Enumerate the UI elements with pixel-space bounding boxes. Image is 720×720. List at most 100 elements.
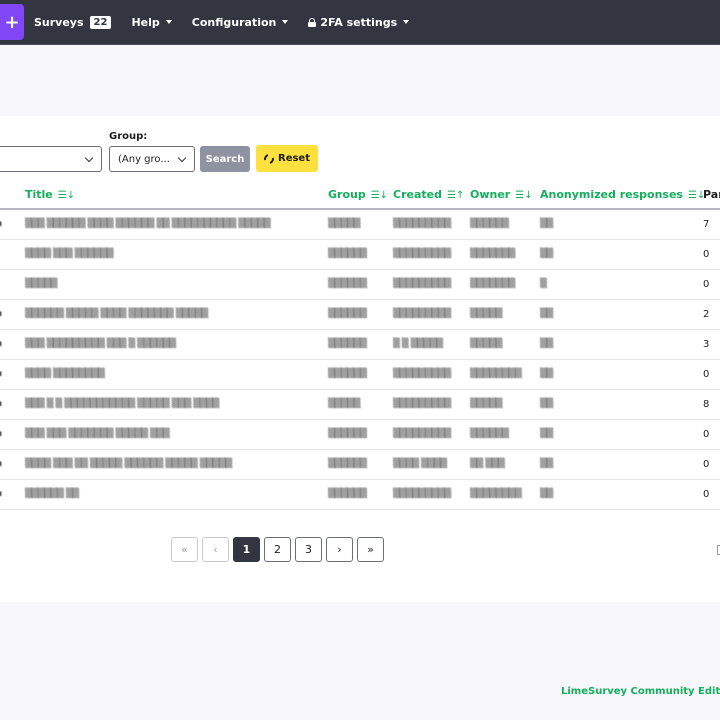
table-row[interactable]: ▪▒▒▒▒ ▒▒▒ ▒▒ ▒▒▒▒▒ ▒▒▒▒▒▒ ▒▒▒▒▒ ▒▒▒▒▒▒▒▒… <box>0 450 720 480</box>
cell-title[interactable]: ▒▒▒▒ ▒▒▒▒▒▒▒▒ <box>25 369 105 379</box>
row-action-icon[interactable]: ▪ <box>0 309 2 319</box>
cell-group: ▒▒▒▒▒▒ <box>328 309 367 319</box>
cell-partial: 0 <box>703 279 710 290</box>
refresh-icon <box>262 151 276 166</box>
cell-title[interactable]: ▒▒▒▒▒▒ ▒▒▒▒▒ ▒▒▒▒ ▒▒▒▒▒▒▒ ▒▒▒▒▒ <box>25 309 208 319</box>
cell-anonymized: ▒▒ <box>540 309 553 319</box>
top-navbar: + Surveys 22 Help Configuration 2FA sett… <box>0 0 720 45</box>
table-row[interactable]: ▪▒▒▒▒▒▒ ▒▒▒▒▒ ▒▒▒▒ ▒▒▒▒▒▒▒ ▒▒▒▒▒▒▒▒▒▒▒▒▒… <box>0 300 720 330</box>
cell-owner: ▒▒▒▒▒▒▒ <box>470 249 515 259</box>
table-row[interactable]: ▪▒▒▒▒ ▒▒▒▒▒▒▒▒▒▒▒▒▒▒▒▒▒▒▒▒▒▒▒▒▒▒▒▒▒▒▒▒▒0 <box>0 360 720 390</box>
row-action-icon[interactable]: ▪ <box>0 339 2 349</box>
cell-anonymized: ▒▒ <box>540 369 553 379</box>
row-action-icon[interactable]: ▪ <box>0 219 2 229</box>
column-title-label: Title <box>25 188 53 201</box>
column-header-group[interactable]: Group ☰↓ <box>328 188 388 201</box>
cell-owner: ▒▒▒▒▒ <box>470 399 503 409</box>
sort-desc-icon: ☰↓ <box>57 190 76 201</box>
column-owner-label: Owner <box>470 188 511 201</box>
cell-group: ▒▒▒▒▒▒ <box>328 249 367 259</box>
sort-desc-icon: ☰↓ <box>515 190 533 201</box>
column-header-anonymized[interactable]: Anonymized responses ☰↓ <box>540 188 705 201</box>
page-last-button[interactable]: » <box>357 537 384 562</box>
cell-owner: ▒▒▒▒▒▒ <box>470 429 509 439</box>
cell-partial: 0 <box>703 369 710 380</box>
row-action-icon[interactable]: ▪ <box>0 399 2 409</box>
page-first-button[interactable]: « <box>171 537 198 562</box>
nav-surveys[interactable]: Surveys 22 <box>34 15 112 29</box>
cell-group: ▒▒▒▒▒▒ <box>328 339 367 349</box>
cell-owner: ▒▒▒▒▒▒▒ <box>470 279 515 289</box>
cell-title[interactable]: ▒▒▒▒▒ <box>25 279 58 289</box>
cell-title[interactable]: ▒▒▒ ▒▒▒▒▒▒ ▒▒▒▒ ▒▒▒▒▒▒ ▒▒ ▒▒▒▒▒▒▒▒▒▒ ▒▒▒… <box>25 219 271 229</box>
caret-down-icon <box>403 20 410 24</box>
reset-button[interactable]: Reset <box>256 145 318 172</box>
cell-partial: 7 <box>703 219 710 230</box>
column-header-owner[interactable]: Owner ☰↓ <box>470 188 533 201</box>
cell-title[interactable]: ▒▒▒ ▒▒▒▒▒▒▒▒▒ ▒▒▒ ▒ ▒▒▒▒▒▒ <box>25 339 176 349</box>
table-row[interactable]: ▪▒▒▒ ▒ ▒ ▒▒▒▒▒▒▒▒▒▒▒ ▒▒▒▒▒ ▒▒▒ ▒▒▒▒▒▒▒▒▒… <box>0 390 720 420</box>
row-action-icon[interactable]: ▪ <box>0 429 2 439</box>
chevron-down-icon <box>84 153 94 163</box>
cell-group: ▒▒▒▒▒ <box>328 399 361 409</box>
nav-2fa-settings[interactable]: 2FA settings <box>308 16 410 29</box>
cell-anonymized: ▒▒ <box>540 219 553 229</box>
page-next-button[interactable]: › <box>326 537 353 562</box>
page-2-button[interactable]: 2 <box>264 537 291 562</box>
cell-created: ▒▒▒▒▒▒▒▒▒ <box>393 279 451 289</box>
reset-button-label: Reset <box>278 153 310 164</box>
table-row[interactable]: ▪ ▒▒▒ ▒▒▒▒▒▒ ▒▒▒▒ ▒▒▒▒▒▒ ▒▒ ▒▒▒▒▒▒▒▒▒▒ ▒▒… <box>0 210 720 240</box>
cell-owner: ▒▒▒▒▒ <box>470 339 503 349</box>
cell-created: ▒▒▒▒▒▒▒▒▒ <box>393 369 451 379</box>
column-header-title[interactable]: Title ☰↓ <box>25 188 75 201</box>
group-select[interactable]: (Any gro... <box>109 146 195 172</box>
table-row[interactable]: ▒▒▒▒ ▒▒▒ ▒▒▒▒▒▒ ▒▒▒▒▒▒ ▒▒▒▒▒▒▒▒▒ ▒▒▒▒▒▒▒ ▒▒ 0 <box>0 240 720 270</box>
nav-configuration[interactable]: Configuration <box>192 16 289 29</box>
column-header-created[interactable]: Created ☰↑ <box>393 188 464 201</box>
footer-brand-link[interactable]: LimeSurvey Community Edition <box>561 686 720 697</box>
page-1-button[interactable]: 1 <box>233 537 260 562</box>
surveys-table: Title ☰↓ Group ☰↓ Created ☰↑ Owner ☰↓ Anonym… <box>0 180 720 510</box>
surveys-count-badge: 22 <box>89 15 112 29</box>
cell-title[interactable]: ▒▒▒ ▒ ▒ ▒▒▒▒▒▒▒▒▒▒▒ ▒▒▒▒▒ ▒▒▒ ▒▒▒▒ <box>25 399 219 409</box>
cell-title[interactable]: ▒▒▒▒ ▒▒▒ ▒▒ ▒▒▒▒▒ ▒▒▒▒▒▒ ▒▒▒▒▒ ▒▒▒▒▒ <box>25 459 232 469</box>
column-header-partial[interactable]: Par <box>703 188 720 201</box>
table-row[interactable]: ▪ ▒▒▒ ▒▒▒▒▒▒▒▒▒ ▒▒▒ ▒ ▒▒▒▒▒▒ ▒▒▒▒▒▒ ▒ ▒ ▒▒▒… <box>0 330 720 360</box>
cell-created: ▒ ▒ ▒▒▒▒▒ <box>393 339 443 349</box>
cell-partial: 0 <box>703 459 710 470</box>
create-survey-button[interactable]: + <box>0 4 24 40</box>
cell-group: ▒▒▒▒▒▒ <box>328 369 367 379</box>
cell-group: ▒▒▒▒▒▒ <box>328 489 367 499</box>
cell-owner: ▒▒ ▒▒▒ <box>470 459 505 469</box>
row-action-icon[interactable]: ▪ <box>0 489 2 499</box>
cell-partial: 3 <box>703 339 710 350</box>
nav-help[interactable]: Help <box>131 16 172 29</box>
nav-surveys-label: Surveys <box>34 15 84 29</box>
search-button[interactable]: Search <box>200 146 250 172</box>
cell-title[interactable]: ▒▒▒ ▒▒▒ ▒▒▒▒▒▒▒ ▒▒▒▒▒ ▒▒▒ <box>25 429 170 439</box>
table-row[interactable]: ▪▒▒▒▒▒▒ ▒▒▒▒▒▒▒▒▒▒▒▒▒▒▒▒▒▒▒▒▒▒▒▒▒▒▒0 <box>0 480 720 510</box>
table-body: ▪ ▒▒▒ ▒▒▒▒▒▒ ▒▒▒▒ ▒▒▒▒▒▒ ▒▒ ▒▒▒▒▒▒▒▒▒▒ ▒▒… <box>0 210 720 510</box>
page-prev-button[interactable]: ‹ <box>202 537 229 562</box>
caret-down-icon <box>165 20 172 24</box>
table-row[interactable]: ▒▒▒▒▒ ▒▒▒▒▒▒ ▒▒▒▒▒▒▒▒▒ ▒▒▒▒▒▒▒ ▒ 0 <box>0 270 720 300</box>
status-select[interactable] <box>0 146 102 172</box>
cell-owner: ▒▒▒▒▒ <box>470 309 503 319</box>
cell-title[interactable]: ▒▒▒▒ ▒▒▒ ▒▒▒▒▒▒ <box>25 249 114 259</box>
pagination: « ‹ 1 2 3 › » <box>171 537 388 562</box>
cell-anonymized: ▒▒ <box>540 399 553 409</box>
cell-anonymized: ▒▒ <box>540 459 553 469</box>
row-action-icon[interactable]: ▪ <box>0 369 2 379</box>
cell-anonymized: ▒▒ <box>540 339 553 349</box>
survey-list-card: Group: (Any gro... Search Reset Title ☰↓ … <box>0 116 720 602</box>
cell-title[interactable]: ▒▒▒▒▒▒ ▒▒ <box>25 489 79 499</box>
cell-created: ▒▒▒▒▒▒▒▒▒ <box>393 219 451 229</box>
cell-created: ▒▒▒▒ ▒▒▒▒ <box>393 459 447 469</box>
row-action-icon[interactable]: ▪ <box>0 459 2 469</box>
cell-partial: 2 <box>703 309 710 320</box>
table-row[interactable]: ▪▒▒▒ ▒▒▒ ▒▒▒▒▒▒▒ ▒▒▒▒▒ ▒▒▒▒▒▒▒▒▒▒▒▒▒▒▒▒▒… <box>0 420 720 450</box>
cell-partial: 0 <box>703 249 710 260</box>
column-created-label: Created <box>393 188 442 201</box>
page-3-button[interactable]: 3 <box>295 537 322 562</box>
nav-configuration-label: Configuration <box>191 15 277 29</box>
